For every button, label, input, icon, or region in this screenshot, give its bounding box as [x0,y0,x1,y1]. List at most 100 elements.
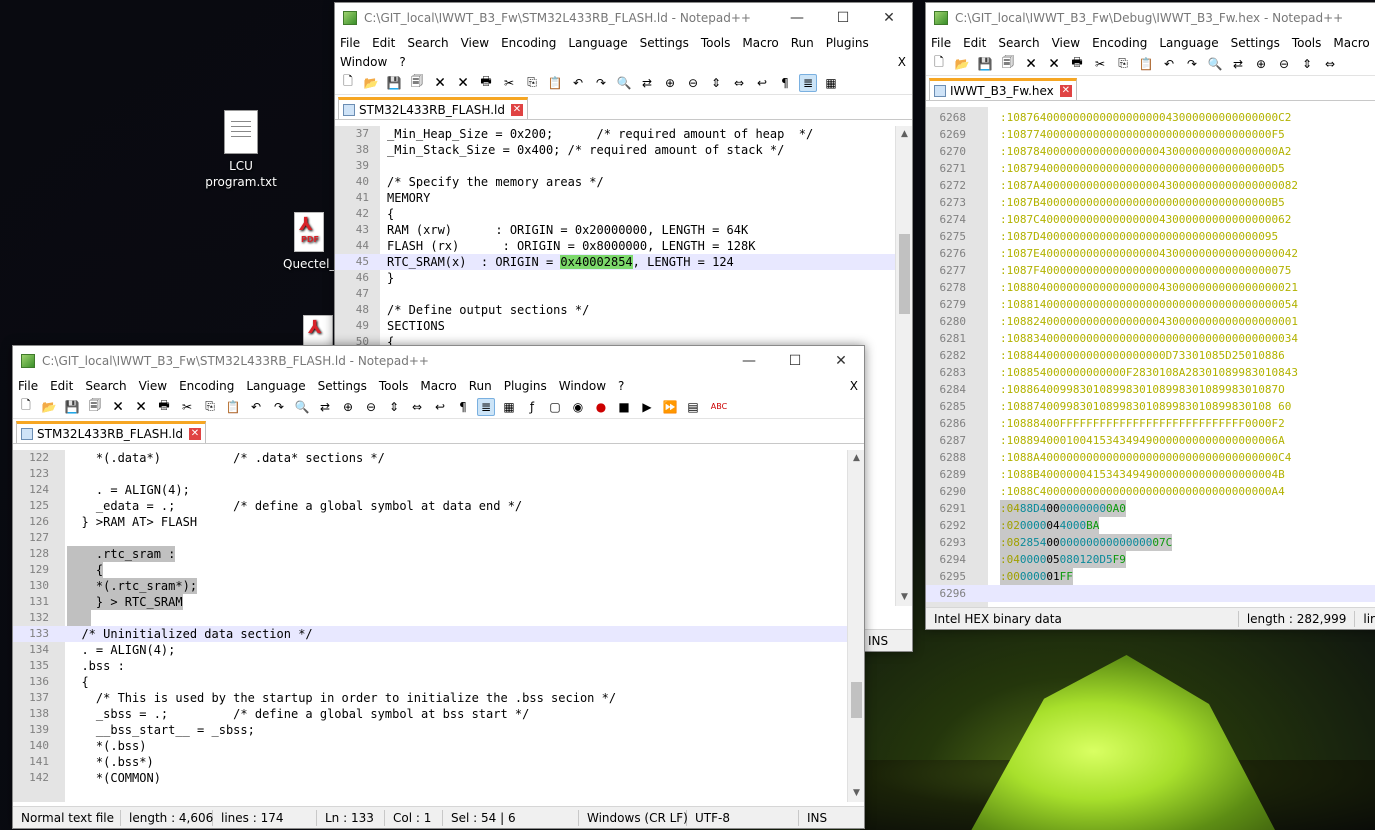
menu-item-settings[interactable]: Settings [640,36,689,50]
spell-check-icon[interactable]: ABC [707,398,731,416]
menu-item-tools[interactable]: Tools [379,379,409,393]
cut-icon[interactable]: ✂ [500,74,518,92]
close-icon[interactable]: 🗙 [1022,55,1040,73]
copy-icon[interactable]: ⎘ [1114,55,1132,73]
redo-icon[interactable]: ↷ [1183,55,1201,73]
save-macro-icon[interactable]: ▤ [684,398,702,416]
menu-item-edit[interactable]: Edit [50,379,73,393]
menu-item-plugins[interactable]: Plugins [826,36,869,50]
close-icon[interactable]: 🗙 [109,398,127,416]
menu-item-run[interactable]: Run [469,379,492,393]
menu-item-macro[interactable]: Macro [420,379,456,393]
menu-item-view[interactable]: View [461,36,489,50]
tab-close-icon[interactable]: ✕ [511,103,523,116]
save-icon[interactable]: 💾 [63,398,81,416]
doc-map-icon[interactable]: ▦ [500,398,518,416]
play-macro-icon[interactable]: ▶ [638,398,656,416]
scroll-thumb[interactable] [851,682,862,718]
close-button[interactable]: ✕ [866,10,912,26]
sync-v-icon[interactable]: ⇕ [707,74,725,92]
menu-item-settings[interactable]: Settings [318,379,367,393]
replace-icon[interactable]: ⇄ [316,398,334,416]
menu-item-encoding[interactable]: Encoding [1092,36,1147,50]
close-all-icon[interactable]: 🗙 [132,398,150,416]
zoom-in-icon[interactable]: ⊕ [1252,55,1270,73]
cut-icon[interactable]: ✂ [1091,55,1109,73]
menu-item-search[interactable]: Search [998,36,1039,50]
vertical-scrollbar[interactable]: ▲ ▼ [895,126,912,606]
sync-h-icon[interactable]: ⇔ [730,74,748,92]
notepadpp-window-hex[interactable]: C:\GIT_local\IWWT_B3_Fw\Debug\IWWT_B3_Fw… [925,2,1375,630]
minimize-button[interactable]: — [774,10,820,26]
open-file-icon[interactable]: 📂 [40,398,58,416]
print-icon[interactable]: 🖶 [1068,55,1086,73]
save-all-icon[interactable]: 🗐 [408,74,426,92]
menu-item-macro[interactable]: Macro [742,36,778,50]
sync-h-icon[interactable]: ⇔ [1321,55,1339,73]
menu-item-window[interactable]: Window [340,55,387,69]
save-all-icon[interactable]: 🗐 [86,398,104,416]
menu-item-file[interactable]: File [340,36,360,50]
menu-item-macro[interactable]: Macro [1333,36,1369,50]
doc-map-icon[interactable]: ▦ [822,74,840,92]
open-file-icon[interactable]: 📂 [953,55,971,73]
menu-item-settings[interactable]: Settings [1231,36,1280,50]
indent-guide-icon[interactable]: ≣ [477,397,495,416]
tab-hex-file[interactable]: IWWT_B3_Fw.hex ✕ [929,78,1077,100]
vertical-scrollbar[interactable]: ▲ ▼ [847,450,864,802]
menu-item-window[interactable]: Window [559,379,606,393]
menu-item-edit[interactable]: Edit [963,36,986,50]
stop-record-icon[interactable]: ■ [615,398,633,416]
redo-icon[interactable]: ↷ [592,74,610,92]
run-macro-multiple-icon[interactable]: ⏩ [661,398,679,416]
menu-item-file[interactable]: File [931,36,951,50]
title-bar[interactable]: C:\GIT_local\IWWT_B3_Fw\STM32L433RB_FLAS… [13,346,864,376]
wrap-icon[interactable]: ↩ [431,398,449,416]
notepadpp-window-ld-front[interactable]: C:\GIT_local\IWWT_B3_Fw\STM32L433RB_FLAS… [12,345,865,829]
scroll-down-arrow-icon[interactable]: ▼ [848,785,864,802]
title-bar[interactable]: C:\GIT_local\IWWT_B3_Fw\STM32L433RB_FLAS… [335,3,912,33]
menu-item-search[interactable]: Search [407,36,448,50]
menu-item-encoding[interactable]: Encoding [179,379,234,393]
redo-icon[interactable]: ↷ [270,398,288,416]
maximize-button[interactable]: ☐ [820,10,866,26]
save-icon[interactable]: 💾 [976,55,994,73]
new-file-icon[interactable]: 🗋 [930,55,948,73]
menu-item-tools[interactable]: Tools [701,36,731,50]
tab-close-icon[interactable]: ✕ [1059,84,1072,97]
save-icon[interactable]: 💾 [385,74,403,92]
function-list-icon[interactable]: ƒ [523,398,541,416]
scroll-up-arrow-icon[interactable]: ▲ [896,126,912,143]
menu-item-language[interactable]: Language [246,379,305,393]
menu-item-plugins[interactable]: Plugins [504,379,547,393]
print-icon[interactable]: 🖶 [477,74,495,92]
tab-ld-file[interactable]: STM32L433RB_FLASH.ld ✕ [16,421,206,443]
replace-icon[interactable]: ⇄ [638,74,656,92]
replace-icon[interactable]: ⇄ [1229,55,1247,73]
new-file-icon[interactable]: 🗋 [339,74,357,92]
scroll-thumb[interactable] [899,234,910,314]
minimize-button[interactable]: — [726,353,772,369]
show-all-icon[interactable]: ¶ [776,74,794,92]
paste-icon[interactable]: 📋 [546,74,564,92]
editor-area[interactable]: 6268:10876400000000000000000043000000000… [926,107,1375,607]
close-button[interactable]: ✕ [818,353,864,369]
desktop-icon-quectel[interactable]: ⅄ PDF Quectel_ [283,212,335,272]
menu-item-edit[interactable]: Edit [372,36,395,50]
maximize-button[interactable]: ☐ [772,353,818,369]
menu-close-button[interactable]: X [850,379,858,393]
indent-guide-icon[interactable]: ≣ [799,73,817,92]
scroll-up-arrow-icon[interactable]: ▲ [848,450,864,467]
undo-icon[interactable]: ↶ [569,74,587,92]
menu-close-button[interactable]: X [898,55,906,69]
zoom-in-icon[interactable]: ⊕ [339,398,357,416]
close-all-icon[interactable]: 🗙 [454,74,472,92]
cut-icon[interactable]: ✂ [178,398,196,416]
monitor-icon[interactable]: ◉ [569,398,587,416]
wrap-icon[interactable]: ↩ [753,74,771,92]
menu-item-language[interactable]: Language [1159,36,1218,50]
record-macro-icon[interactable]: ● [592,398,610,416]
open-file-icon[interactable]: 📂 [362,74,380,92]
menu-item-view[interactable]: View [139,379,167,393]
tab-ld-file[interactable]: STM32L433RB_FLASH.ld ✕ [338,97,528,119]
